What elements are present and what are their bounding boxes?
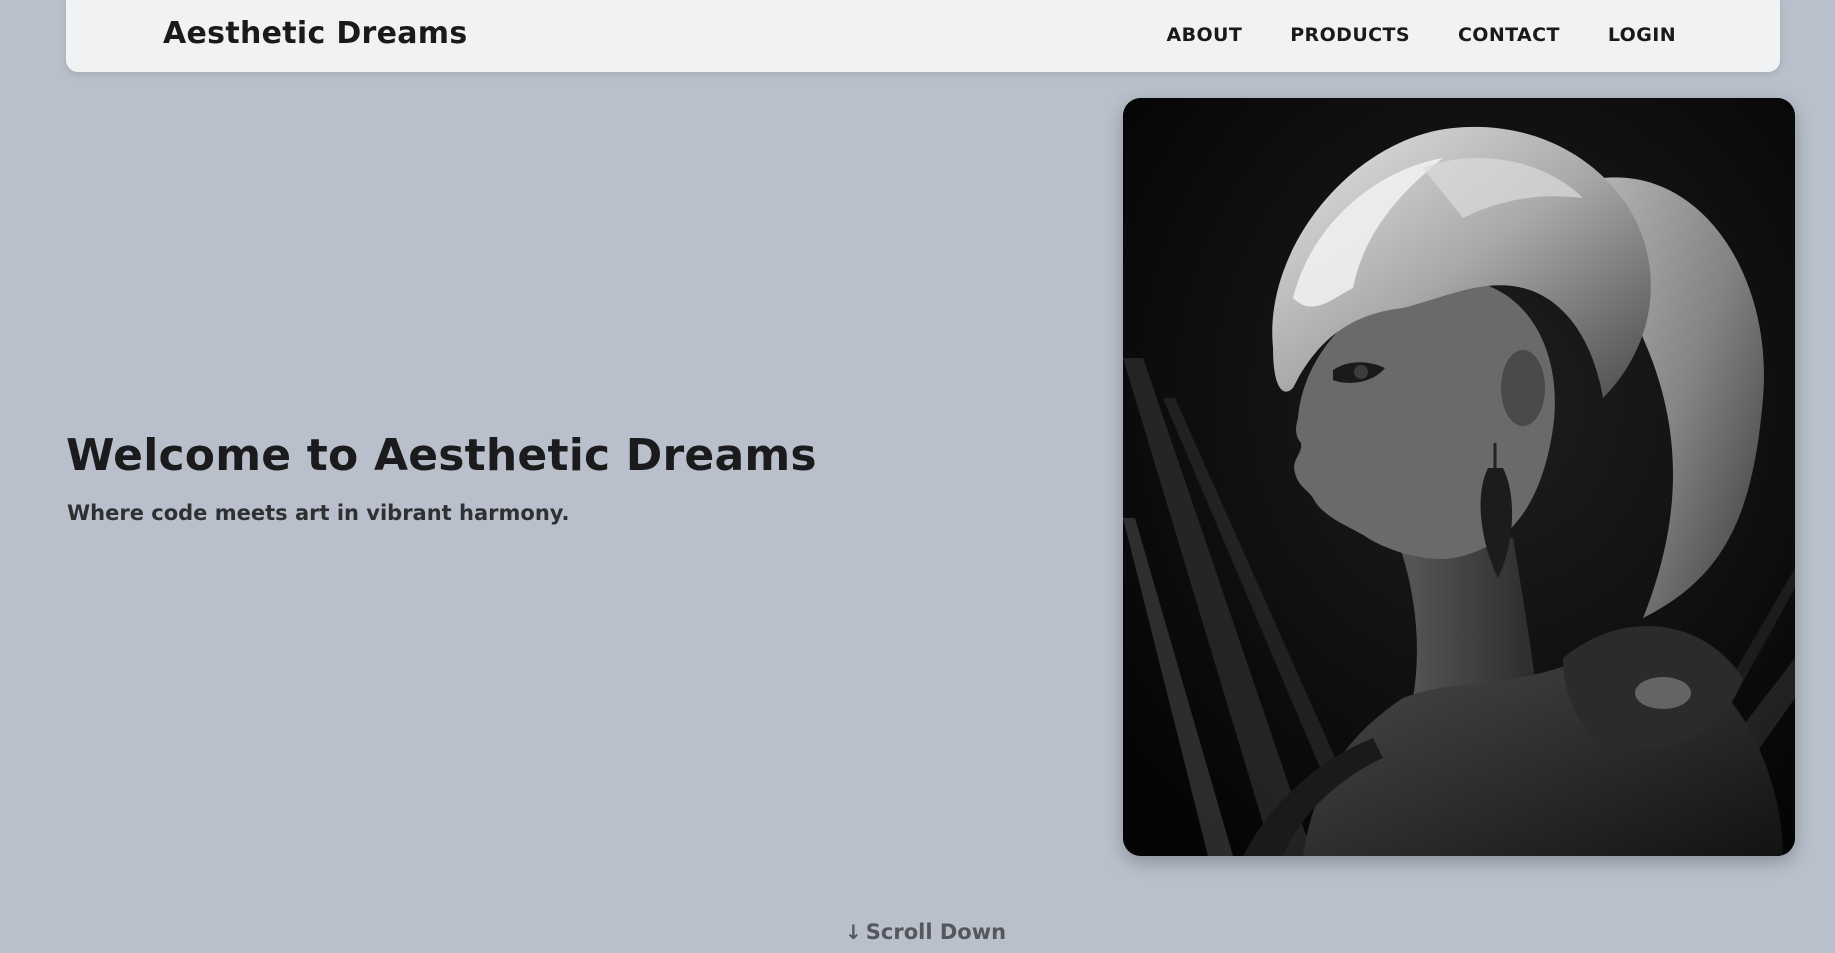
nav-link-products[interactable]: PRODUCTS — [1290, 24, 1410, 46]
anime-portrait-illustration — [1123, 98, 1795, 856]
scroll-down-indicator[interactable]: ↓ Scroll Down — [845, 920, 1006, 944]
scroll-down-label: Scroll Down — [865, 920, 1007, 944]
hero-illustration — [1123, 98, 1795, 856]
brand-logo[interactable]: Aesthetic Dreams — [163, 16, 468, 51]
main-nav: ABOUT PRODUCTS CONTACT LOGIN — [1167, 24, 1677, 46]
page: Aesthetic Dreams ABOUT PRODUCTS CONTACT … — [0, 0, 1835, 953]
nav-link-login[interactable]: LOGIN — [1608, 24, 1676, 46]
hero-subtitle: Where code meets art in vibrant harmony. — [67, 501, 570, 525]
nav-link-about[interactable]: ABOUT — [1167, 24, 1243, 46]
nav-link-contact[interactable]: CONTACT — [1458, 24, 1560, 46]
top-navbar: Aesthetic Dreams ABOUT PRODUCTS CONTACT … — [66, 0, 1780, 72]
hero-title: Welcome to Aesthetic Dreams — [66, 430, 817, 481]
arrow-down-icon: ↓ — [845, 920, 862, 944]
